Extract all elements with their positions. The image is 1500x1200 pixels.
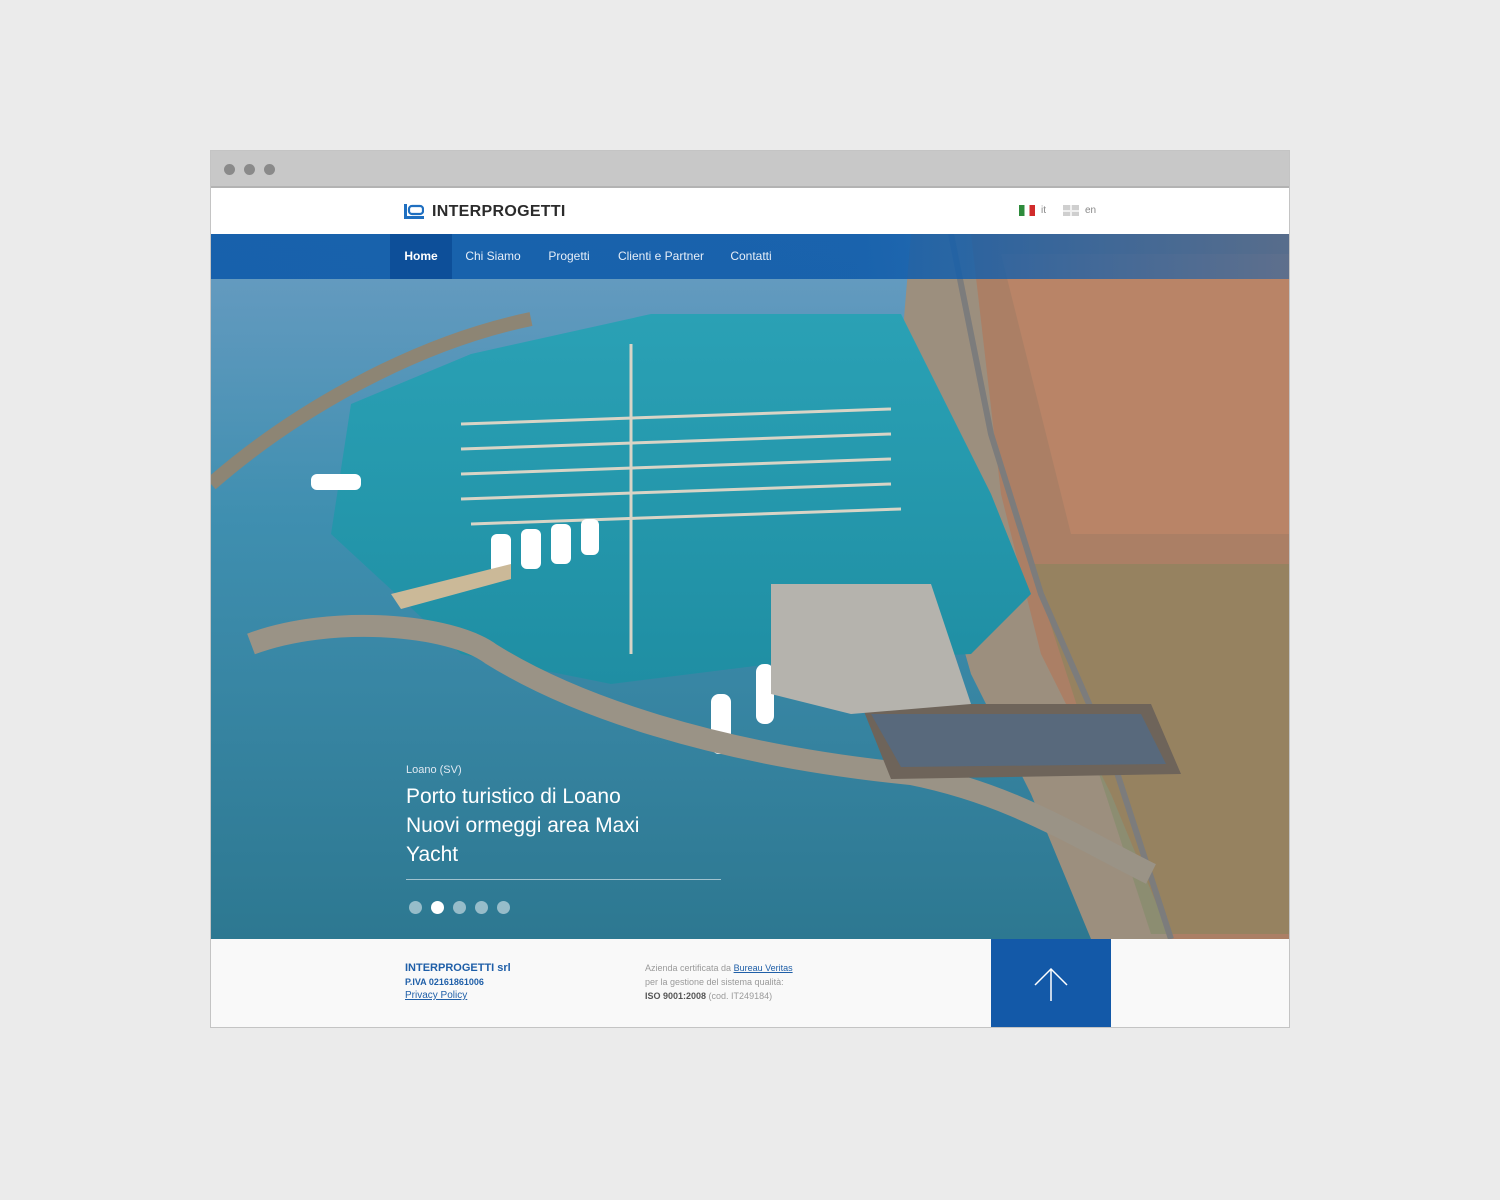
bureau-veritas-link[interactable]: Bureau Veritas [734, 963, 793, 973]
lang-it-label: it [1041, 205, 1046, 216]
slider-dot[interactable] [497, 901, 510, 914]
hero-slider[interactable]: Home Chi Siamo Progetti Clienti e Partne… [211, 234, 1289, 939]
lang-it[interactable]: it [1019, 205, 1046, 216]
scroll-top-button[interactable] [991, 939, 1111, 1027]
nav-contatti[interactable]: Contatti [723, 234, 779, 279]
interprogetti-logo-icon [404, 204, 424, 219]
lang-en-label: en [1085, 205, 1097, 216]
window-maximize-dot[interactable] [264, 164, 275, 175]
slider-dot[interactable] [409, 901, 422, 914]
hero-title-line: Yacht [406, 843, 459, 866]
iso-standard: ISO 9001:2008 [645, 991, 707, 1001]
nav-home[interactable]: Home [390, 234, 452, 279]
uk-flag-icon [1063, 205, 1079, 216]
site-logo[interactable]: INTERPROGETTI [404, 202, 566, 222]
main-nav: Home Chi Siamo Progetti Clienti e Partne… [211, 234, 1289, 279]
company-name: INTERPROGETTI srl [405, 962, 511, 974]
caption-divider [406, 879, 721, 880]
cert-line2: per la gestione del sistema qualità: [645, 977, 784, 987]
privacy-policy-link[interactable]: Privacy Policy [405, 989, 511, 1003]
nav-clienti-partner[interactable]: Clienti e Partner [611, 234, 711, 279]
hero-subtitle: Loano (SV) [406, 764, 462, 776]
company-vat: P.IVA 02161861006 [405, 977, 484, 987]
site-footer: INTERPROGETTI srl P.IVA 02161861006 Priv… [211, 939, 1289, 1027]
slider-dot[interactable] [453, 901, 466, 914]
footer-certification: Azienda certificata da Bureau Veritas pe… [645, 961, 793, 1003]
arrow-up-icon [1034, 967, 1068, 1001]
hero-title-line: Nuovi ormeggi area Maxi [406, 814, 640, 837]
italy-flag-icon [1019, 205, 1035, 216]
iso-code: (cod. IT249184) [706, 991, 773, 1001]
window-close-dot[interactable] [224, 164, 235, 175]
slider-pagination [409, 901, 519, 914]
hero-image [211, 234, 1289, 939]
site-header: INTERPROGETTI it en [211, 188, 1289, 234]
footer-company: INTERPROGETTI srl P.IVA 02161861006 Priv… [405, 961, 511, 1003]
browser-window: INTERPROGETTI it en Home Chi Siamo Proge… [210, 150, 1290, 1028]
slider-dot[interactable] [475, 901, 488, 914]
nav-progetti[interactable]: Progetti [539, 234, 599, 279]
cert-prefix: Azienda certificata da [645, 963, 734, 973]
hero-title-line: Porto turistico di Loano [406, 785, 621, 808]
hero-title[interactable]: Porto turistico di Loano Nuovi ormeggi a… [406, 782, 726, 869]
window-minimize-dot[interactable] [244, 164, 255, 175]
slider-dot-active[interactable] [431, 901, 444, 914]
hero-caption: Loano (SV) Porto turistico di Loano Nuov… [406, 764, 726, 880]
brand-name: INTERPROGETTI [432, 203, 566, 220]
browser-titlebar [211, 151, 1289, 188]
lang-en[interactable]: en [1063, 205, 1096, 216]
nav-chi-siamo[interactable]: Chi Siamo [457, 234, 529, 279]
